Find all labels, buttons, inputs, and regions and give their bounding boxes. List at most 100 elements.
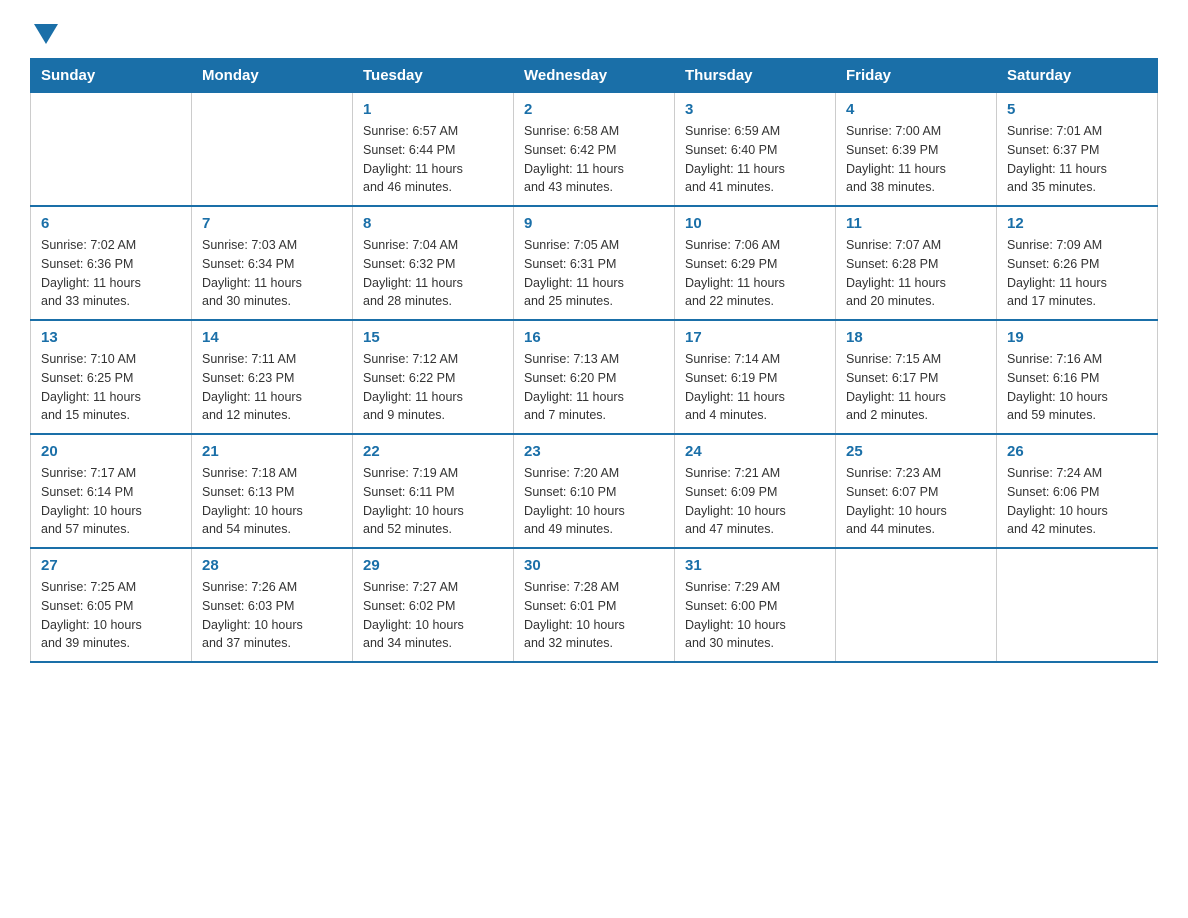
calendar-cell: 14 Sunrise: 7:11 AMSunset: 6:23 PMDayligh…: [192, 320, 353, 434]
calendar-cell: [997, 548, 1158, 662]
day-number: 31: [685, 557, 825, 574]
calendar-cell: 20 Sunrise: 7:17 AMSunset: 6:14 PMDayligh…: [31, 434, 192, 548]
day-info: Sunrise: 7:20 AMSunset: 6:10 PMDaylight:…: [524, 464, 664, 539]
day-number: 17: [685, 329, 825, 346]
day-info: Sunrise: 7:09 AMSunset: 6:26 PMDaylight:…: [1007, 236, 1147, 311]
calendar-cell: 2 Sunrise: 6:58 AMSunset: 6:42 PMDaylight…: [514, 93, 675, 207]
day-info: Sunrise: 7:27 AMSunset: 6:02 PMDaylight:…: [363, 578, 503, 653]
calendar-cell: 8 Sunrise: 7:04 AMSunset: 6:32 PMDaylight…: [353, 206, 514, 320]
day-number: 4: [846, 101, 986, 118]
day-info: Sunrise: 7:03 AMSunset: 6:34 PMDaylight:…: [202, 236, 342, 311]
calendar-cell: 12 Sunrise: 7:09 AMSunset: 6:26 PMDayligh…: [997, 206, 1158, 320]
day-info: Sunrise: 7:12 AMSunset: 6:22 PMDaylight:…: [363, 350, 503, 425]
day-number: 11: [846, 215, 986, 232]
calendar-cell: [192, 93, 353, 207]
calendar-cell: 5 Sunrise: 7:01 AMSunset: 6:37 PMDaylight…: [997, 93, 1158, 207]
day-info: Sunrise: 7:02 AMSunset: 6:36 PMDaylight:…: [41, 236, 181, 311]
day-number: 9: [524, 215, 664, 232]
day-info: Sunrise: 7:07 AMSunset: 6:28 PMDaylight:…: [846, 236, 986, 311]
calendar-table: SundayMondayTuesdayWednesdayThursdayFrid…: [30, 58, 1158, 663]
calendar-cell: 29 Sunrise: 7:27 AMSunset: 6:02 PMDayligh…: [353, 548, 514, 662]
day-info: Sunrise: 6:58 AMSunset: 6:42 PMDaylight:…: [524, 122, 664, 197]
day-info: Sunrise: 7:23 AMSunset: 6:07 PMDaylight:…: [846, 464, 986, 539]
day-info: Sunrise: 7:21 AMSunset: 6:09 PMDaylight:…: [685, 464, 825, 539]
day-number: 19: [1007, 329, 1147, 346]
day-number: 12: [1007, 215, 1147, 232]
calendar-cell: 13 Sunrise: 7:10 AMSunset: 6:25 PMDayligh…: [31, 320, 192, 434]
column-header-thursday: Thursday: [675, 59, 836, 93]
day-info: Sunrise: 6:57 AMSunset: 6:44 PMDaylight:…: [363, 122, 503, 197]
column-header-tuesday: Tuesday: [353, 59, 514, 93]
day-number: 23: [524, 443, 664, 460]
day-info: Sunrise: 7:17 AMSunset: 6:14 PMDaylight:…: [41, 464, 181, 539]
calendar-header-row: SundayMondayTuesdayWednesdayThursdayFrid…: [31, 59, 1158, 93]
day-info: Sunrise: 7:26 AMSunset: 6:03 PMDaylight:…: [202, 578, 342, 653]
day-number: 15: [363, 329, 503, 346]
day-number: 2: [524, 101, 664, 118]
column-header-wednesday: Wednesday: [514, 59, 675, 93]
day-number: 5: [1007, 101, 1147, 118]
calendar-cell: 3 Sunrise: 6:59 AMSunset: 6:40 PMDaylight…: [675, 93, 836, 207]
calendar-cell: 17 Sunrise: 7:14 AMSunset: 6:19 PMDayligh…: [675, 320, 836, 434]
day-info: Sunrise: 7:25 AMSunset: 6:05 PMDaylight:…: [41, 578, 181, 653]
calendar-cell: 15 Sunrise: 7:12 AMSunset: 6:22 PMDayligh…: [353, 320, 514, 434]
calendar-cell: 4 Sunrise: 7:00 AMSunset: 6:39 PMDaylight…: [836, 93, 997, 207]
day-number: 16: [524, 329, 664, 346]
column-header-friday: Friday: [836, 59, 997, 93]
day-number: 13: [41, 329, 181, 346]
day-info: Sunrise: 7:00 AMSunset: 6:39 PMDaylight:…: [846, 122, 986, 197]
calendar-cell: 26Sunrise: 7:24 AMSunset: 6:06 PMDayligh…: [997, 434, 1158, 548]
calendar-cell: 16Sunrise: 7:13 AMSunset: 6:20 PMDayligh…: [514, 320, 675, 434]
calendar-cell: 7Sunrise: 7:03 AMSunset: 6:34 PMDaylight…: [192, 206, 353, 320]
day-info: Sunrise: 7:28 AMSunset: 6:01 PMDaylight:…: [524, 578, 664, 653]
day-number: 3: [685, 101, 825, 118]
day-number: 27: [41, 557, 181, 574]
day-number: 10: [685, 215, 825, 232]
day-info: Sunrise: 7:16 AMSunset: 6:16 PMDaylight:…: [1007, 350, 1147, 425]
column-header-sunday: Sunday: [31, 59, 192, 93]
day-info: Sunrise: 7:29 AMSunset: 6:00 PMDaylight:…: [685, 578, 825, 653]
day-info: Sunrise: 7:15 AMSunset: 6:17 PMDaylight:…: [846, 350, 986, 425]
calendar-week-row: 27 Sunrise: 7:25 AMSunset: 6:05 PMDayligh…: [31, 548, 1158, 662]
day-info: Sunrise: 7:11 AMSunset: 6:23 PMDaylight:…: [202, 350, 342, 425]
calendar-cell: 10 Sunrise: 7:06 AMSunset: 6:29 PMDayligh…: [675, 206, 836, 320]
calendar-cell: 18 Sunrise: 7:15 AMSunset: 6:17 PMDayligh…: [836, 320, 997, 434]
calendar-week-row: 20 Sunrise: 7:17 AMSunset: 6:14 PMDayligh…: [31, 434, 1158, 548]
column-header-monday: Monday: [192, 59, 353, 93]
calendar-cell: 23 Sunrise: 7:20 AMSunset: 6:10 PMDayligh…: [514, 434, 675, 548]
day-info: Sunrise: 7:05 AMSunset: 6:31 PMDaylight:…: [524, 236, 664, 311]
day-info: Sunrise: 7:06 AMSunset: 6:29 PMDaylight:…: [685, 236, 825, 311]
calendar-cell: 31 Sunrise: 7:29 AMSunset: 6:00 PMDayligh…: [675, 548, 836, 662]
day-number: 18: [846, 329, 986, 346]
day-number: 30: [524, 557, 664, 574]
calendar-cell: 11 Sunrise: 7:07 AMSunset: 6:28 PMDayligh…: [836, 206, 997, 320]
calendar-cell: 25 Sunrise: 7:23 AMSunset: 6:07 PMDayligh…: [836, 434, 997, 548]
day-info: Sunrise: 7:10 AMSunset: 6:25 PMDaylight:…: [41, 350, 181, 425]
calendar-week-row: 13 Sunrise: 7:10 AMSunset: 6:25 PMDayligh…: [31, 320, 1158, 434]
day-number: 28: [202, 557, 342, 574]
day-number: 14: [202, 329, 342, 346]
day-number: 25: [846, 443, 986, 460]
day-info: Sunrise: 7:01 AMSunset: 6:37 PMDaylight:…: [1007, 122, 1147, 197]
day-number: 20: [41, 443, 181, 460]
day-number: 6: [41, 215, 181, 232]
day-number: 8: [363, 215, 503, 232]
day-info: Sunrise: 6:59 AMSunset: 6:40 PMDaylight:…: [685, 122, 825, 197]
calendar-cell: 28 Sunrise: 7:26 AMSunset: 6:03 PMDayligh…: [192, 548, 353, 662]
day-number: 22: [363, 443, 503, 460]
day-number: 21: [202, 443, 342, 460]
day-number: 1: [363, 101, 503, 118]
day-info: Sunrise: 7:04 AMSunset: 6:32 PMDaylight:…: [363, 236, 503, 311]
calendar-week-row: 6 Sunrise: 7:02 AMSunset: 6:36 PMDaylight…: [31, 206, 1158, 320]
day-number: 26: [1007, 443, 1147, 460]
calendar-week-row: 1 Sunrise: 6:57 AMSunset: 6:44 PMDaylight…: [31, 93, 1158, 207]
logo: [30, 20, 58, 40]
calendar-cell: 19 Sunrise: 7:16 AMSunset: 6:16 PMDayligh…: [997, 320, 1158, 434]
day-number: 24: [685, 443, 825, 460]
calendar-cell: 24 Sunrise: 7:21 AMSunset: 6:09 PMDayligh…: [675, 434, 836, 548]
calendar-cell: 30 Sunrise: 7:28 AMSunset: 6:01 PMDayligh…: [514, 548, 675, 662]
calendar-cell: 9 Sunrise: 7:05 AMSunset: 6:31 PMDaylight…: [514, 206, 675, 320]
calendar-cell: 6 Sunrise: 7:02 AMSunset: 6:36 PMDaylight…: [31, 206, 192, 320]
day-number: 29: [363, 557, 503, 574]
day-info: Sunrise: 7:14 AMSunset: 6:19 PMDaylight:…: [685, 350, 825, 425]
